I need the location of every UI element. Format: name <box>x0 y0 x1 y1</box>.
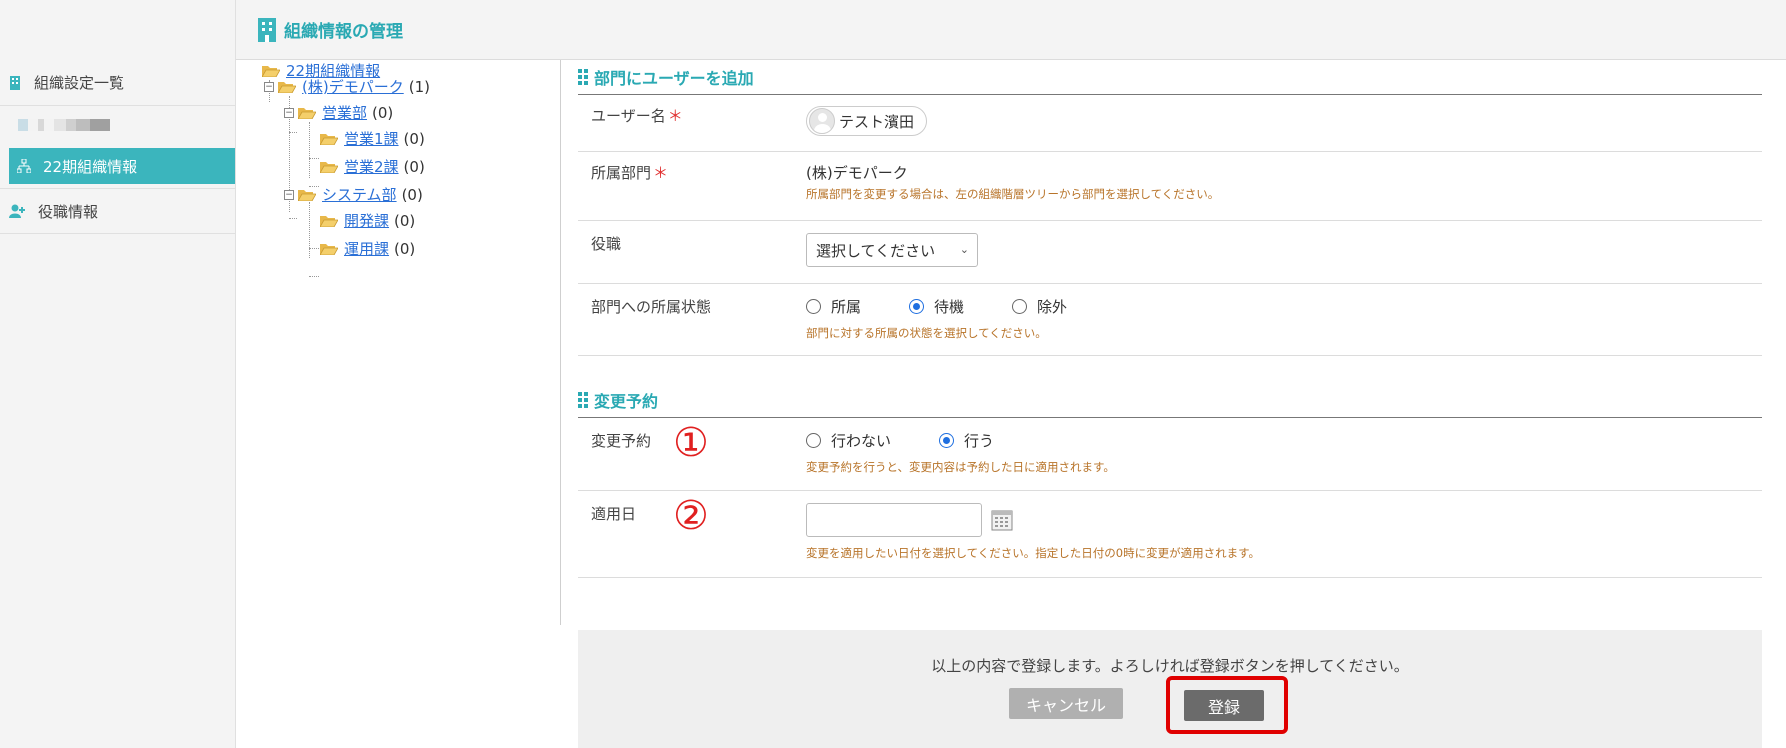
status-radio-excluded[interactable]: 除外 <box>1012 296 1067 317</box>
radio-button[interactable] <box>909 299 925 314</box>
annotation-marker-1: ① <box>673 420 709 466</box>
status-radio-standby[interactable]: 待機 <box>909 296 964 317</box>
radio-button[interactable] <box>806 299 821 314</box>
tree-node-count: (0) <box>394 239 416 258</box>
radio-button[interactable] <box>1012 299 1028 314</box>
sidebar-item-positions[interactable]: 役職情報 <box>0 188 235 234</box>
submit-panel: 以上の内容で登録します。よろしければ登録ボタンを押してください。 キャンセル 登… <box>578 630 1762 748</box>
folder-open-icon <box>320 134 338 145</box>
sidebar-item-label: 22期組織情報 <box>43 157 138 176</box>
tree-node-dept2[interactable]: − システム部 (0) <box>284 184 423 205</box>
username-label: ユーザー名＊ <box>591 107 683 125</box>
tree-node-link[interactable]: 営業1課 <box>344 128 399 149</box>
row-dept: 所属部門＊ (株)デモパーク 所属部門を変更する場合は、左の組織階層ツリーから部… <box>578 152 1762 221</box>
tree-node-link[interactable]: 運用課 <box>344 238 389 259</box>
position-select[interactable]: 選択してください ⌄ <box>806 233 978 267</box>
username-value: テスト濱田 <box>839 112 915 131</box>
page-header: 組織情報の管理 <box>236 0 1786 60</box>
status-hint: 部門に対する所属の状態を選択してください。 <box>806 326 1047 340</box>
collapse-toggle[interactable]: − <box>284 189 294 200</box>
reserve-radio-no[interactable]: 行わない <box>806 430 891 451</box>
building-icon <box>258 17 276 42</box>
reserve-radio-group: 行わない 行う <box>806 430 1115 451</box>
sidebar-item-label: 組織設定一覧 <box>34 74 125 92</box>
avatar <box>809 108 835 134</box>
status-radio-group: 所属 待機 除外 <box>806 296 1115 317</box>
tree-node-company[interactable]: − (株)デモパーク (1) <box>264 76 430 97</box>
radio-button[interactable] <box>806 433 821 448</box>
required-mark: ＊ <box>667 107 683 125</box>
chevron-down-icon: ⌄ <box>959 243 969 256</box>
page-title: 組織情報の管理 <box>284 22 403 42</box>
section-title-add-user: 部門にユーザーを追加 <box>578 60 1762 94</box>
apply-date-label: 適用日 <box>591 505 637 523</box>
dept-hint: 所属部門を変更する場合は、左の組織階層ツリーから部門を選択してください。 <box>806 187 1220 201</box>
calendar-icon[interactable] <box>991 509 1013 531</box>
tree-node-dept2-child2[interactable]: 運用課 (0) <box>320 238 415 259</box>
submit-highlight: 登録 <box>1166 676 1288 734</box>
sidebar-item-org-info[interactable]: 22期組織情報 <box>9 148 235 184</box>
reserve-label: 変更予約 <box>591 432 652 450</box>
confirm-message: 以上の内容で登録します。よろしければ登録ボタンを押してください。 <box>931 657 1409 675</box>
tree-node-count: (0) <box>394 211 416 230</box>
apply-date-hint: 変更を適用したい日付を選択してください。指定した日付の0時に変更が適用されます。 <box>806 546 1260 560</box>
required-mark: ＊ <box>653 164 669 182</box>
radio-button[interactable] <box>939 433 955 448</box>
row-username: ユーザー名＊ テスト濱田 <box>578 95 1762 152</box>
building-icon <box>10 75 20 90</box>
user-chip[interactable]: テスト濱田 <box>806 106 928 136</box>
position-label: 役職 <box>591 235 622 253</box>
reserve-radio-yes[interactable]: 行う <box>939 430 994 451</box>
submit-button[interactable]: 登録 <box>1184 690 1264 721</box>
row-status: 部門への所属状態 所属 待機 除外 部門に対する所属の状態を選択してください。 <box>578 284 1762 356</box>
folder-open-icon <box>320 162 338 173</box>
collapse-toggle[interactable]: − <box>284 107 294 118</box>
reserve-hint: 変更予約を行うと、変更内容は予約した日に適用されます。 <box>806 460 1115 474</box>
tree-node-dept2-child1[interactable]: 開発課 (0) <box>320 210 415 231</box>
collapse-toggle[interactable]: − <box>264 81 274 92</box>
folder-open-icon <box>320 216 338 227</box>
dept-label: 所属部門＊ <box>591 164 669 182</box>
cancel-button[interactable]: キャンセル <box>1009 688 1123 719</box>
folder-open-icon <box>278 82 296 93</box>
user-form: 部門にユーザーを追加 ユーザー名＊ テスト濱田 所属部門＊ (株)デモパーク 所… <box>578 60 1762 578</box>
section-title-reservation: 変更予約 <box>578 383 1762 417</box>
user-plus-icon <box>9 204 25 218</box>
blurred-item <box>0 106 235 144</box>
folder-open-icon <box>320 244 338 255</box>
tree-node-link[interactable]: 開発課 <box>344 210 389 231</box>
tree-node-count: (0) <box>403 129 425 148</box>
tree-node-count: (1) <box>408 77 430 96</box>
tree-node-link[interactable]: 営業部 <box>322 102 367 123</box>
grip-icon <box>578 392 588 408</box>
tree-node-link[interactable]: システム部 <box>322 184 397 205</box>
tree-node-dept1-child1[interactable]: 営業1課 (0) <box>320 128 425 149</box>
tree-node-count: (0) <box>401 185 423 204</box>
tree-node-count: (0) <box>372 103 394 122</box>
folder-open-icon <box>298 190 316 201</box>
annotation-marker-2: ② <box>673 493 709 539</box>
sidebar-item-org-settings[interactable]: 組織設定一覧 <box>0 60 235 106</box>
tree-node-link[interactable]: (株)デモパーク <box>302 76 404 97</box>
sidebar-item-label: 役職情報 <box>38 202 99 221</box>
sidebar: 組織設定一覧 22期組織情報 役職情報 <box>0 0 236 748</box>
org-chart-icon <box>17 159 31 173</box>
dept-value: (株)デモパーク <box>806 164 908 182</box>
grip-icon <box>578 69 588 85</box>
folder-open-icon <box>298 108 316 119</box>
tree-node-dept1-child2[interactable]: 営業2課 (0) <box>320 156 425 177</box>
status-label: 部門への所属状態 <box>591 298 712 316</box>
sidebar-top <box>0 0 235 60</box>
org-tree: 22期組織情報 − (株)デモパーク (1) − 営業部 (0) 営業1課 (0… <box>236 60 561 625</box>
tree-node-count: (0) <box>403 157 425 176</box>
row-position: 役職 選択してください ⌄ <box>578 221 1762 284</box>
tree-node-link[interactable]: 営業2課 <box>344 156 399 177</box>
row-apply-date: 適用日 ② 変更を適用したい日付を選択してください。指定した日付の0時に変更が適… <box>578 491 1762 578</box>
tree-node-dept1[interactable]: − 営業部 (0) <box>284 102 393 123</box>
apply-date-input[interactable] <box>806 503 982 537</box>
status-radio-affiliated[interactable]: 所属 <box>806 296 861 317</box>
row-reserve: 変更予約 ① 行わない 行う 変更予約を行うと、変更内容は予約した日に適用されま… <box>578 418 1762 491</box>
